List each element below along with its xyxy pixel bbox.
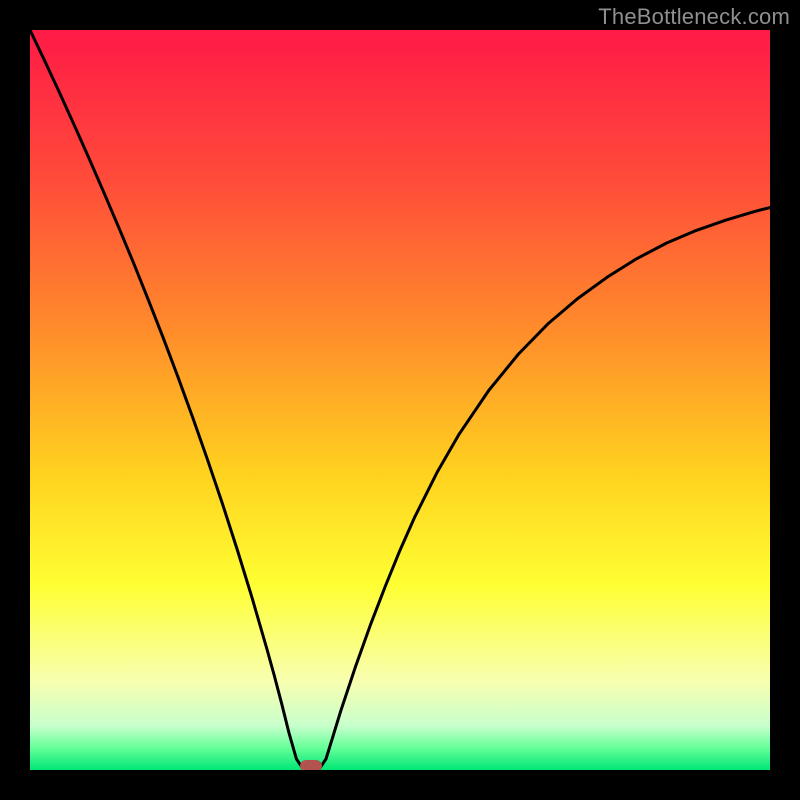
plot-area — [30, 30, 770, 770]
minimum-marker — [300, 760, 322, 770]
chart-frame: TheBottleneck.com — [0, 0, 800, 800]
background-gradient — [30, 30, 770, 770]
watermark-text: TheBottleneck.com — [598, 4, 790, 30]
